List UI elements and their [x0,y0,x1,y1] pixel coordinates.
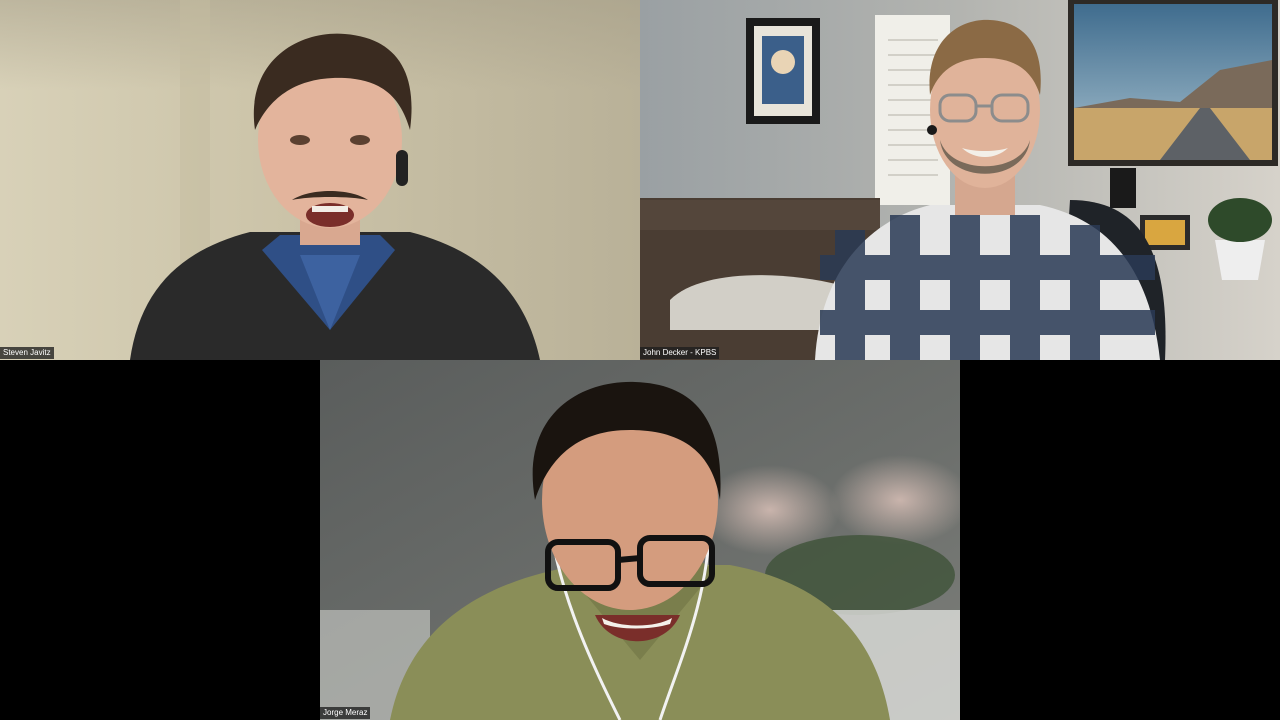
participant-video-tile-jorge-meraz[interactable]: Jorge Meraz [320,360,960,720]
participant-video-tile-john-decker[interactable]: John Decker - KPBS [640,0,1280,360]
participant-video-tile-steven-javitz[interactable]: Steven Javitz [0,0,640,360]
participant-video-feed [0,0,640,360]
participant-name-label: Steven Javitz [0,347,54,359]
video-call-gallery: Steven Javitz John Decker - KPBS Jorge M… [0,0,1280,720]
participant-video-feed [640,0,1280,360]
participant-name-label: Jorge Meraz [320,707,371,719]
participant-name-label: John Decker - KPBS [640,347,720,359]
participant-video-feed [320,360,960,720]
